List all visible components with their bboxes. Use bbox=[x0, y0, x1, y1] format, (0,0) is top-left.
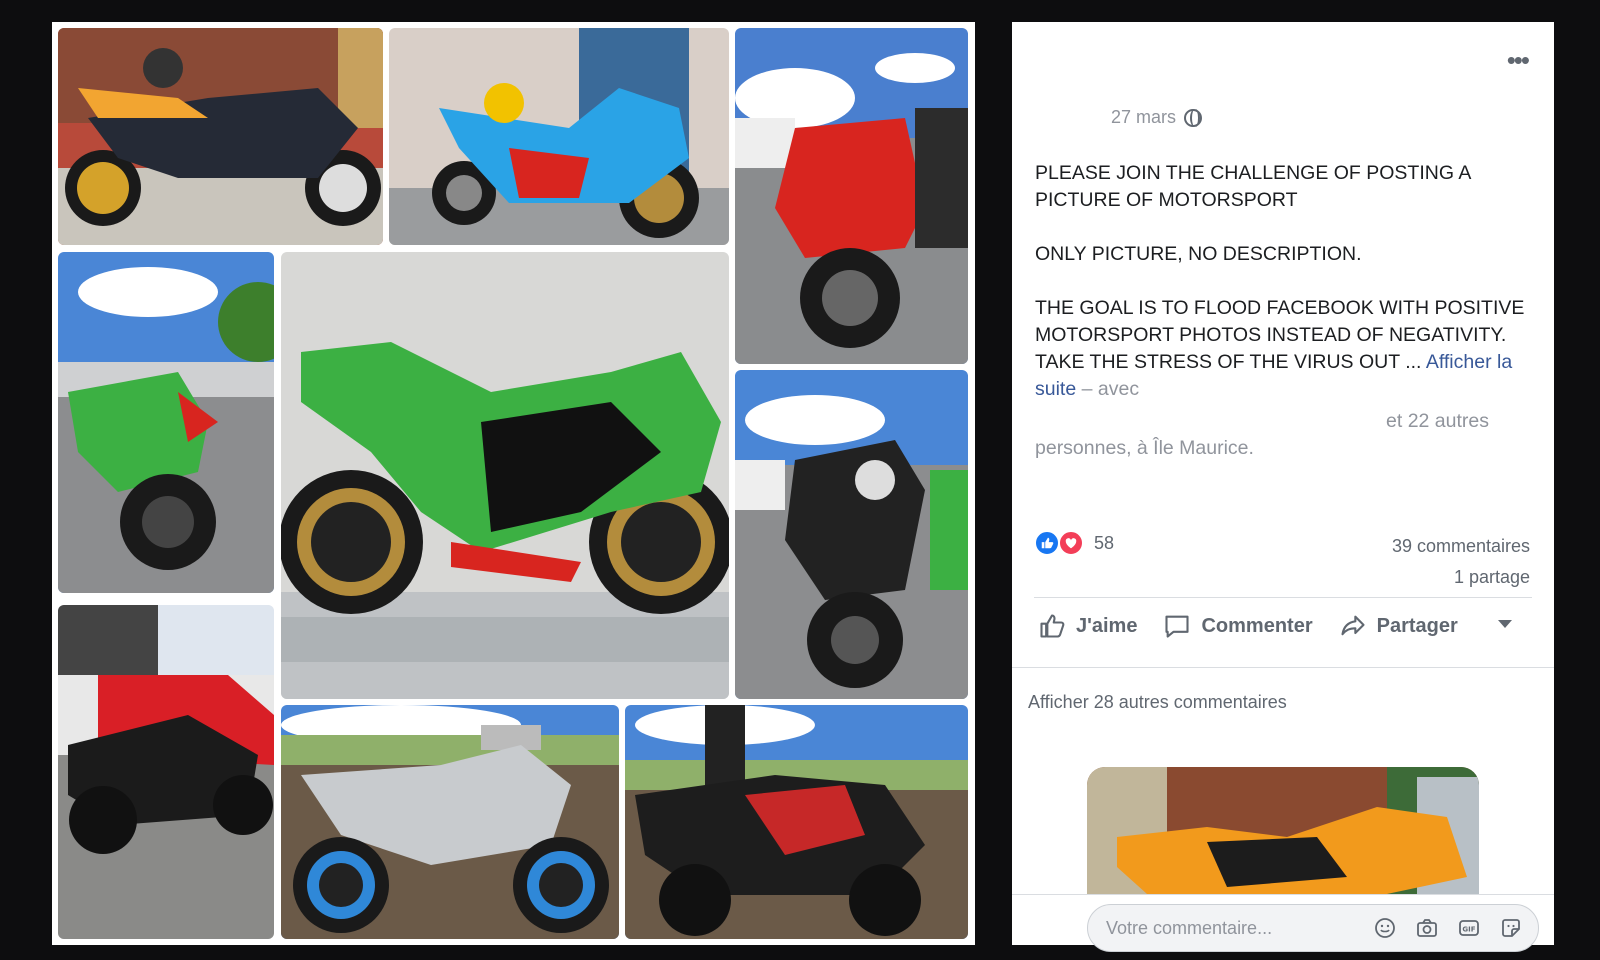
reaction-count: 58 bbox=[1094, 532, 1115, 553]
share-label: Partager bbox=[1376, 614, 1458, 637]
shares-count[interactable]: 1 partage bbox=[1454, 567, 1530, 588]
photo-green-ninja-motorcycle[interactable] bbox=[281, 252, 729, 699]
share-icon bbox=[1341, 615, 1365, 636]
post-date[interactable]: 27 mars bbox=[1111, 107, 1176, 128]
post-paragraph-last: THE GOAL IS TO FLOOD FACEBOOK WITH POSIT… bbox=[1035, 295, 1525, 403]
like-button[interactable]: J'aime bbox=[1038, 612, 1137, 640]
photo-black-naked-motorcycle[interactable] bbox=[735, 370, 968, 699]
photo-collage[interactable] bbox=[52, 22, 975, 945]
photo-blue-motorcycle[interactable] bbox=[389, 28, 729, 245]
photo-red-motorcycle[interactable] bbox=[735, 28, 968, 364]
photo-black-gold-motorcycle[interactable] bbox=[58, 28, 383, 245]
tagged-people: et 22 autres personnes, à Île Maurice. bbox=[1035, 408, 1525, 462]
sticker-icon[interactable] bbox=[1498, 915, 1524, 941]
photo-white-blue-motorcycle[interactable] bbox=[281, 705, 619, 939]
comment-photo-orange-motorcycle[interactable] bbox=[1087, 767, 1479, 894]
post-paragraph: PLEASE JOIN THE CHALLENGE OF POSTING A P… bbox=[1035, 162, 1471, 211]
comment-icon bbox=[1165, 615, 1190, 638]
love-reaction-icon bbox=[1058, 530, 1084, 556]
photo-black-motorcycle-red-car[interactable] bbox=[58, 605, 274, 939]
post-meta: 27 mars bbox=[1111, 107, 1203, 128]
divider bbox=[1034, 597, 1532, 598]
camera-icon[interactable] bbox=[1414, 915, 1440, 941]
with-label: – avec bbox=[1081, 378, 1140, 400]
others-tag[interactable]: et 22 autres bbox=[1386, 410, 1489, 432]
divider bbox=[1012, 667, 1554, 668]
more-comments-link[interactable]: Afficher 28 autres commentaires bbox=[1028, 692, 1287, 713]
people-location[interactable]: personnes, à Île Maurice. bbox=[1035, 437, 1254, 459]
post-paragraph: ONLY PICTURE, NO DESCRIPTION. bbox=[1035, 243, 1362, 265]
comment-label: Commenter bbox=[1201, 614, 1313, 637]
like-reaction-icon bbox=[1034, 530, 1060, 556]
comments-count[interactable]: 39 commentaires bbox=[1392, 536, 1530, 557]
share-button[interactable]: Partager bbox=[1339, 612, 1458, 640]
post-text: PLEASE JOIN THE CHALLENGE OF POSTING A P… bbox=[1035, 160, 1525, 403]
reactions-summary[interactable]: 58 bbox=[1034, 530, 1114, 556]
comment-input[interactable] bbox=[1106, 917, 1356, 939]
comment-box: GIF bbox=[1087, 904, 1539, 952]
gif-icon[interactable]: GIF bbox=[1456, 915, 1482, 941]
comment-button[interactable]: Commenter bbox=[1163, 612, 1313, 640]
like-label: J'aime bbox=[1076, 614, 1138, 637]
photo-green-motorcycle[interactable] bbox=[58, 252, 274, 593]
photo-red-black-kawasaki[interactable] bbox=[625, 705, 968, 939]
post-panel: ••• 27 mars PLEASE JOIN THE CHALLENGE OF… bbox=[1012, 22, 1554, 952]
more-options-icon[interactable]: ••• bbox=[1507, 47, 1530, 73]
post-actions: J'aime Commenter Partager bbox=[1038, 612, 1518, 640]
svg-text:GIF: GIF bbox=[1462, 926, 1475, 934]
emoji-icon[interactable] bbox=[1372, 915, 1398, 941]
chevron-down-icon[interactable] bbox=[1498, 620, 1512, 628]
divider bbox=[1012, 894, 1554, 895]
thumbs-up-icon bbox=[1040, 614, 1065, 638]
globe-icon bbox=[1184, 108, 1203, 127]
